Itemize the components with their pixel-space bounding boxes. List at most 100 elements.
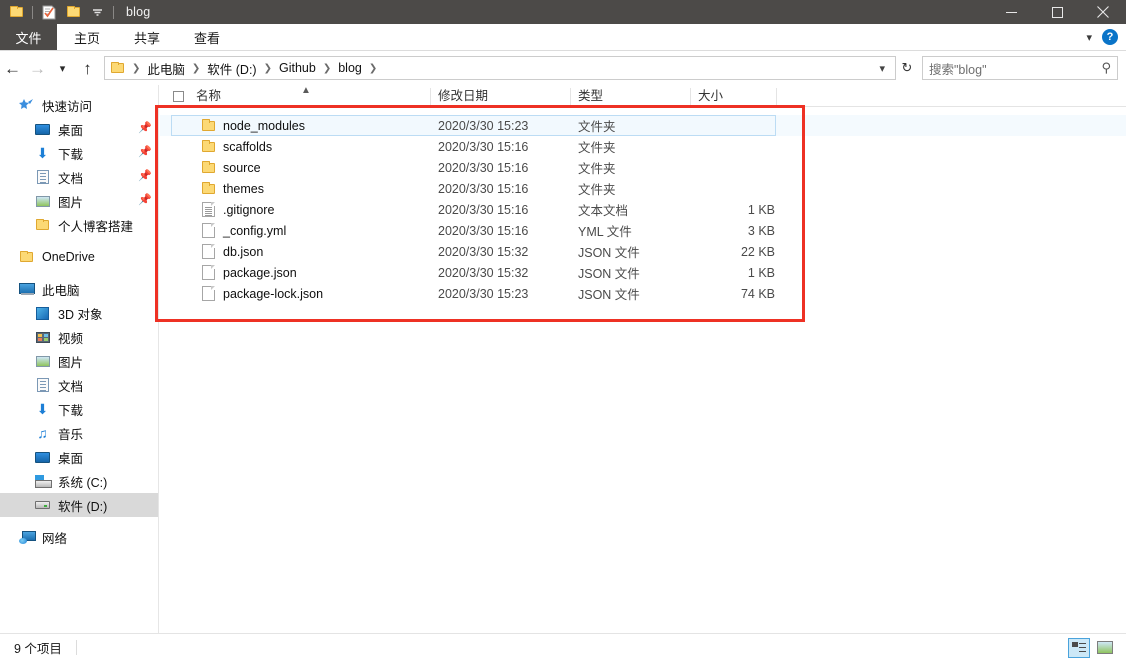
maximize-button[interactable] xyxy=(1034,0,1080,24)
select-all-checkbox[interactable] xyxy=(173,91,184,102)
sidebar-label: 图片 xyxy=(58,352,83,371)
tab-home[interactable]: 主页 xyxy=(57,24,117,50)
pin-icon[interactable]: 📌 xyxy=(138,171,148,183)
file-name-cell[interactable]: .gitignore xyxy=(202,202,274,217)
sidebar-item-onedrive[interactable]: OneDrive xyxy=(0,245,158,269)
back-button[interactable]: ← xyxy=(0,55,25,81)
file-name-cell[interactable]: source xyxy=(202,161,261,175)
pin-icon[interactable]: 📌 xyxy=(138,123,148,135)
column-divider[interactable] xyxy=(570,88,571,107)
help-icon[interactable]: ? xyxy=(1102,29,1118,45)
table-row[interactable]: themes 2020/3/30 15:16 文件夹 xyxy=(160,178,1126,199)
table-row[interactable]: node_modules 2020/3/30 15:23 文件夹 xyxy=(160,115,1126,136)
file-name-cell[interactable]: db.json xyxy=(202,244,263,259)
sidebar-item-documents[interactable]: 文档 📌 xyxy=(0,165,158,189)
tab-share[interactable]: 共享 xyxy=(117,24,177,50)
recent-locations-button[interactable]: ▾ xyxy=(50,55,75,81)
file-name-cell[interactable]: package-lock.json xyxy=(202,286,323,301)
breadcrumb-separator-4[interactable]: ❯ xyxy=(369,63,377,74)
up-button[interactable]: ↑ xyxy=(75,55,100,81)
breadcrumb-separator-2[interactable]: ❯ xyxy=(264,63,272,74)
file-name-cell[interactable]: node_modules xyxy=(202,119,305,133)
ribbon-right-controls: ▾ ? xyxy=(1086,24,1126,50)
details-view-button[interactable] xyxy=(1068,638,1090,658)
sidebar-item-downloads[interactable]: ⬇ 下载 📌 xyxy=(0,141,158,165)
table-row[interactable]: source 2020/3/30 15:16 文件夹 xyxy=(160,157,1126,178)
file-name: .gitignore xyxy=(223,203,274,217)
column-header-name[interactable]: 名称 xyxy=(196,85,221,104)
table-row[interactable]: scaffolds 2020/3/30 15:16 文件夹 xyxy=(160,136,1126,157)
table-row[interactable]: package.json 2020/3/30 15:32 JSON 文件 1 K… xyxy=(160,262,1126,283)
breadcrumb-separator-3[interactable]: ❯ xyxy=(323,63,331,74)
file-name-cell[interactable]: themes xyxy=(202,182,264,196)
search-icon[interactable]: ⚲ xyxy=(1101,60,1111,76)
file-type: JSON 文件 xyxy=(578,263,640,282)
breadcrumb-blog[interactable]: blog xyxy=(336,61,364,75)
navigation-pane[interactable]: 快速访问 桌面 📌 ⬇ 下载 📌 文档 📌 图片 📌 个人博客搭建 xyxy=(0,85,159,633)
forward-button[interactable]: → xyxy=(25,55,50,81)
address-dropdown-icon[interactable]: ▾ xyxy=(875,62,889,75)
generic-file-icon xyxy=(202,265,215,280)
column-divider[interactable] xyxy=(430,88,431,107)
sidebar-item-documents-pc[interactable]: 文档 xyxy=(0,373,158,397)
sidebar-label: 系统 (C:) xyxy=(58,472,107,491)
sidebar-item-downloads-pc[interactable]: ⬇ 下载 xyxy=(0,397,158,421)
sidebar-item-music[interactable]: ♫ 音乐 xyxy=(0,421,158,445)
tab-file[interactable]: 文件 xyxy=(0,24,57,50)
file-name-cell[interactable]: package.json xyxy=(202,265,297,280)
customize-chevron-icon[interactable] xyxy=(86,2,108,22)
sidebar-item-personal-blog[interactable]: 个人博客搭建 xyxy=(0,213,158,237)
large-icons-view-button[interactable] xyxy=(1094,638,1116,658)
sidebar-item-pictures[interactable]: 图片 📌 xyxy=(0,189,158,213)
tab-view[interactable]: 查看 xyxy=(177,24,237,50)
column-divider[interactable] xyxy=(776,88,777,107)
breadcrumb-this-pc[interactable]: 此电脑 xyxy=(145,59,187,78)
onedrive-folder-icon xyxy=(18,249,35,265)
sidebar-item-software-drive[interactable]: 软件 (D:) xyxy=(0,493,158,517)
table-row[interactable]: _config.yml 2020/3/30 15:16 YML 文件 3 KB xyxy=(160,220,1126,241)
sidebar-item-this-pc[interactable]: 此电脑 xyxy=(0,277,158,301)
table-row[interactable]: .gitignore 2020/3/30 15:16 文本文档 1 KB xyxy=(160,199,1126,220)
column-header-size[interactable]: 大小 xyxy=(698,85,723,104)
sidebar-label: 此电脑 xyxy=(42,280,80,299)
pin-icon[interactable]: 📌 xyxy=(138,147,148,159)
sort-ascending-icon: ▲ xyxy=(301,86,311,96)
table-row[interactable]: db.json 2020/3/30 15:32 JSON 文件 22 KB xyxy=(160,241,1126,262)
breadcrumb-separator-1[interactable]: ❯ xyxy=(192,63,200,74)
pictures-icon xyxy=(34,193,51,209)
breadcrumb[interactable]: ❯ 此电脑 ❯ 软件 (D:) ❯ Github ❯ blog ❯ ▾ xyxy=(104,56,896,80)
table-row[interactable]: package-lock.json 2020/3/30 15:23 JSON 文… xyxy=(160,283,1126,304)
file-name-cell[interactable]: _config.yml xyxy=(202,223,286,238)
breadcrumb-drive-d[interactable]: 软件 (D:) xyxy=(205,59,258,78)
sidebar-item-desktop-pc[interactable]: 桌面 xyxy=(0,445,158,469)
column-header-type[interactable]: 类型 xyxy=(578,85,603,104)
refresh-icon[interactable]: ↻ xyxy=(896,56,918,80)
properties-icon[interactable] xyxy=(38,2,60,22)
minimize-button[interactable] xyxy=(988,0,1034,24)
close-button[interactable] xyxy=(1080,0,1126,24)
toolbar-divider-2 xyxy=(113,6,114,19)
file-type: JSON 文件 xyxy=(578,284,640,303)
sidebar-item-desktop[interactable]: 桌面 📌 xyxy=(0,117,158,141)
new-folder-icon[interactable] xyxy=(62,2,84,22)
sidebar-item-system-drive[interactable]: 系统 (C:) xyxy=(0,469,158,493)
ribbon-tab-bar: 文件 主页 共享 查看 ▾ ? xyxy=(0,24,1126,51)
folder-icon xyxy=(202,184,215,194)
folder-icon[interactable] xyxy=(5,2,27,22)
sidebar-item-network[interactable]: 网络 xyxy=(0,525,158,549)
column-header-date[interactable]: 修改日期 xyxy=(438,85,488,104)
sidebar-item-quick-access[interactable]: 快速访问 xyxy=(0,93,158,117)
column-divider[interactable] xyxy=(690,88,691,107)
pin-icon[interactable]: 📌 xyxy=(138,195,148,207)
sidebar-label: 个人博客搭建 xyxy=(58,216,133,235)
sidebar-item-3d-objects[interactable]: 3D 对象 xyxy=(0,301,158,325)
chevron-down-icon[interactable]: ▾ xyxy=(1086,31,1092,44)
breadcrumb-github[interactable]: Github xyxy=(277,61,318,75)
path-folder-icon xyxy=(111,63,124,73)
sidebar-item-pictures-pc[interactable]: 图片 xyxy=(0,349,158,373)
file-date: 2020/3/30 15:23 xyxy=(438,119,528,133)
file-name-cell[interactable]: scaffolds xyxy=(202,140,272,154)
sidebar-item-videos[interactable]: 视频 xyxy=(0,325,158,349)
file-name: package-lock.json xyxy=(223,287,323,301)
search-input[interactable]: 搜索"blog" ⚲ xyxy=(922,56,1118,80)
